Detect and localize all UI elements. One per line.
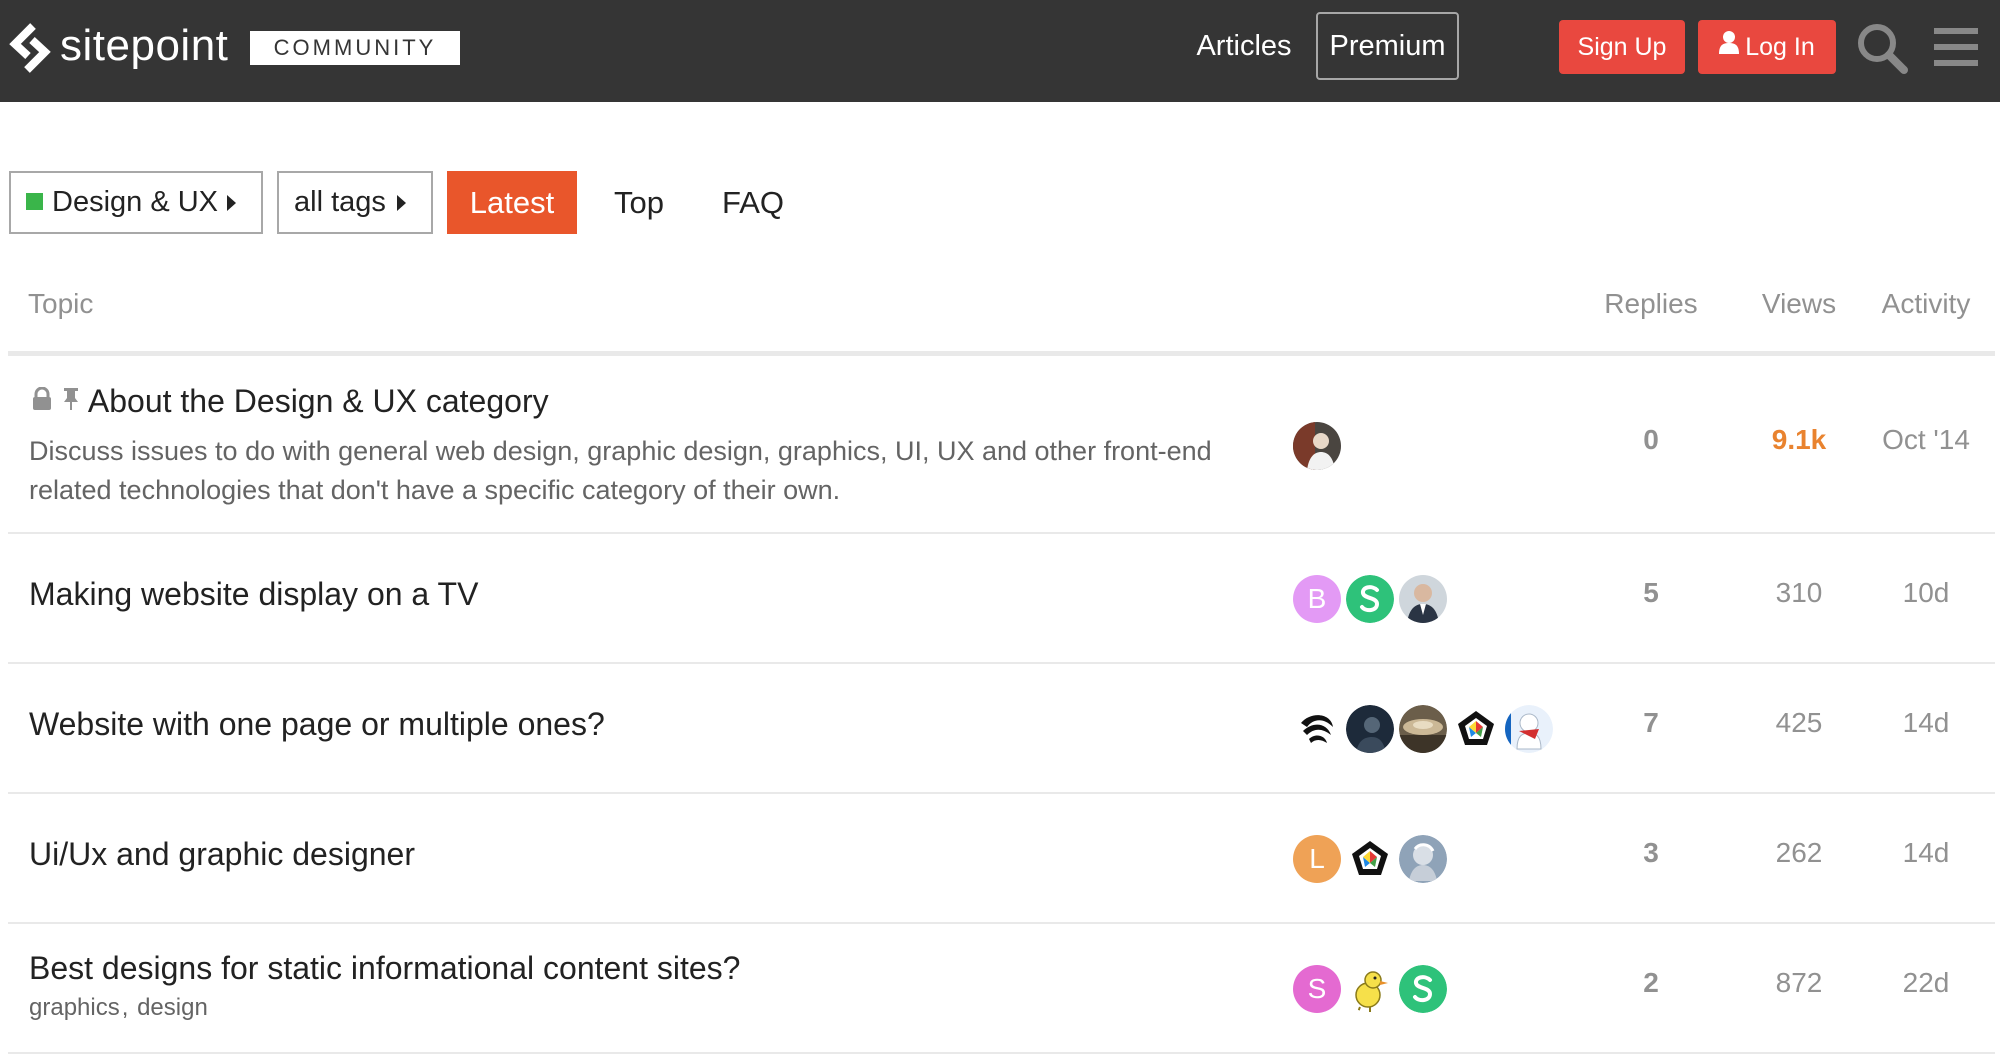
avatar[interactable] [1346,965,1394,1013]
topic-row: Best designs for static informational co… [8,924,1995,1054]
sign-up-button[interactable]: Sign Up [1559,20,1685,74]
caret-right-icon [397,195,406,211]
last-activity[interactable]: 14d [1866,837,1986,869]
topic-row: Website with one page or multiple ones? [8,664,1995,794]
topic-row: Making website display on a TV B 5 310 1… [8,534,1995,664]
topic-row: Ui/Ux and graphic designer L 3 262 14d [8,794,1995,924]
avatar[interactable]: B [1293,575,1341,623]
last-activity[interactable]: Oct '14 [1866,424,1986,456]
reply-count: 0 [1643,424,1659,455]
tags-dropdown-label: all tags [294,186,386,218]
search-icon[interactable] [1854,20,1910,76]
tags-dropdown[interactable]: all tags [277,171,433,234]
avatar[interactable] [1293,422,1341,470]
avatar[interactable]: S [1293,965,1341,1013]
topic-title[interactable]: Best designs for static informational co… [29,950,740,987]
topic-tags: graphics, design [29,994,210,1022]
avatar[interactable] [1505,705,1553,753]
reply-count: 5 [1643,577,1659,608]
user-icon [1719,19,1740,73]
topic-title[interactable]: Making website display on a TV [29,576,478,613]
reply-count: 2 [1643,967,1659,998]
tab-latest[interactable]: Latest [447,171,577,234]
view-count: 872 [1775,967,1823,998]
tag-link[interactable]: design [137,994,208,1021]
avatar[interactable] [1399,835,1447,883]
avatar[interactable] [1346,575,1394,623]
caret-right-icon [227,195,236,211]
tab-top[interactable]: Top [592,171,686,234]
last-activity[interactable]: 22d [1866,967,1986,999]
reply-count: 3 [1643,837,1659,868]
hamburger-menu-icon[interactable] [1930,20,1986,76]
avatar[interactable] [1293,705,1341,753]
last-activity[interactable]: 10d [1866,577,1986,609]
category-dropdown[interactable]: Design & UX [9,171,263,234]
nav-articles-link[interactable]: Articles [1180,12,1308,80]
nav-premium-link[interactable]: Premium [1316,12,1459,80]
avatar[interactable] [1346,705,1394,753]
topic-title[interactable]: Ui/Ux and graphic designer [29,836,415,873]
category-dropdown-label: Design & UX [52,186,219,218]
pin-icon [63,388,78,411]
log-in-button[interactable]: Log In [1698,20,1836,74]
view-count: 9.1k [1771,424,1827,455]
topic-list-header: Topic Replies Views Activity [8,270,1995,356]
avatar[interactable] [1346,835,1394,883]
view-count: 262 [1775,837,1823,868]
column-header-replies[interactable]: Replies [1563,288,1739,320]
site-header: sitepoint COMMUNITY Articles Premium Sig… [0,0,2000,102]
view-count: 425 [1775,707,1823,738]
lock-icon [33,386,51,411]
avatar[interactable] [1452,705,1500,753]
column-header-topic: Topic [28,288,94,319]
avatar[interactable] [1399,965,1447,1013]
last-activity[interactable]: 14d [1866,707,1986,739]
topic-title[interactable]: Website with one page or multiple ones? [29,706,605,743]
column-header-activity[interactable]: Activity [1866,288,1986,320]
topic-title[interactable]: About the Design & UX category [31,383,549,420]
logo-text[interactable]: sitepoint [60,18,228,74]
view-count: 310 [1775,577,1823,608]
tag-separator: , [121,994,136,1021]
tab-faq[interactable]: FAQ [706,171,800,234]
topic-row: About the Design & UX category Discuss i… [8,356,1995,534]
topic-excerpt: Discuss issues to do with general web de… [29,436,1212,505]
reply-count: 7 [1643,707,1659,738]
avatar[interactable]: L [1293,835,1341,883]
topic-title-text: About the Design & UX category [87,383,549,419]
log-in-label: Log In [1745,33,1815,61]
logo-icon[interactable] [6,20,54,76]
avatar[interactable] [1399,705,1447,753]
category-color-swatch [26,192,43,210]
tag-link[interactable]: graphics [29,994,120,1021]
community-label[interactable]: COMMUNITY [250,31,460,65]
avatar[interactable] [1399,575,1447,623]
column-header-views[interactable]: Views [1734,288,1864,320]
